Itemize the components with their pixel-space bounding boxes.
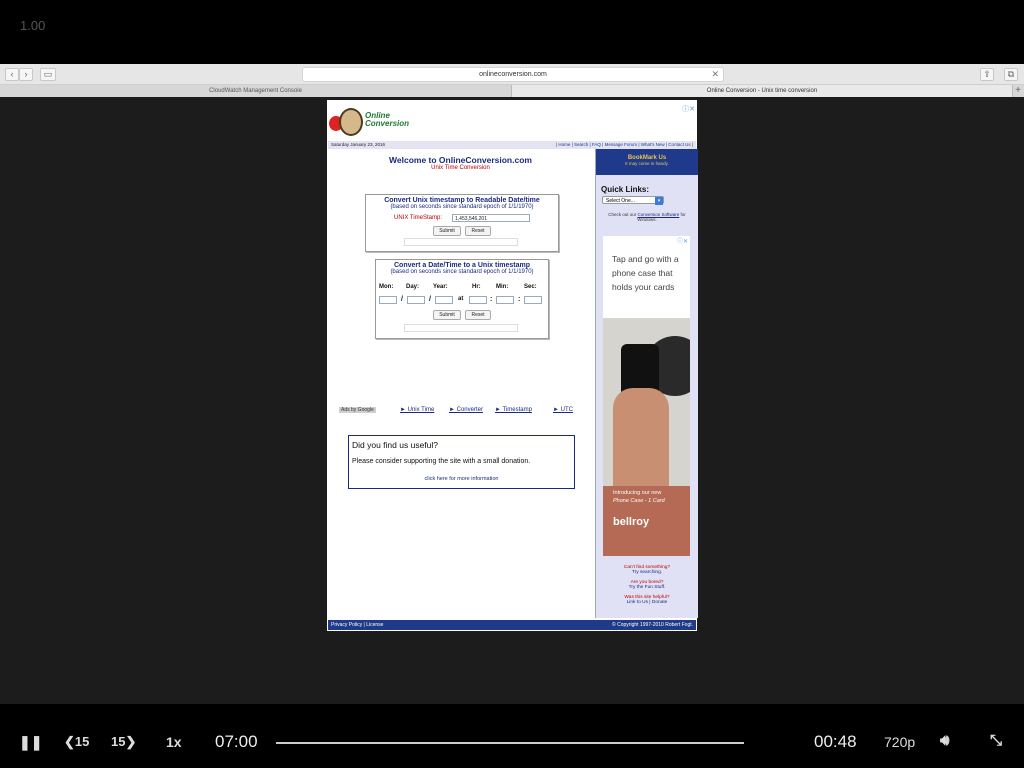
day-label: Day: xyxy=(406,284,420,290)
min-label: Min: xyxy=(496,284,509,290)
ad-link-unix-time[interactable]: ► Unix Time xyxy=(400,407,434,413)
tabs-icon[interactable]: ⧉ xyxy=(1004,68,1018,81)
ad-choices-icon[interactable]: ⓘ✕ xyxy=(682,104,695,114)
bookmark-banner[interactable]: BookMark Us It may come in handy. xyxy=(596,149,698,175)
ad-link-converter[interactable]: ► Converter xyxy=(449,407,483,413)
tab-cloudwatch[interactable]: CloudWatch Management Console xyxy=(0,85,512,97)
browser-toolbar: ‹ › ▭ onlineconversion.com ✕ ⇪ ⧉ xyxy=(0,64,1024,85)
logo-text: Online Conversion xyxy=(365,111,410,128)
sidebar-ad[interactable]: ⓘ✕ Tap and go with a phone case that hol… xyxy=(603,236,690,556)
donation-box: Did you find us useful? Please consider … xyxy=(348,435,575,489)
colon-separator: : xyxy=(490,296,493,303)
main-content: Welcome to OnlineConversion.com Unix Tim… xyxy=(327,149,594,618)
timestamp-input[interactable]: 1,453,546,201 xyxy=(452,214,530,222)
top-nav-links[interactable]: | Home | Search | FAQ | Message Forum | … xyxy=(556,141,693,149)
exit-fullscreen-icon[interactable]: ⤡ xyxy=(990,732,1002,749)
date-bar: Saturday January 23, 2016 | Home | Searc… xyxy=(328,141,696,149)
ad-image xyxy=(603,318,690,486)
mon-input[interactable] xyxy=(379,296,397,304)
volume-icon[interactable]: 🔊︎ xyxy=(940,732,949,749)
mon-label: Mon: xyxy=(379,284,394,290)
slash-separator: / xyxy=(401,296,403,303)
chevron-down-icon: ▾ xyxy=(655,197,663,205)
ad-product: Phone Case - 1 Card xyxy=(613,498,665,504)
form1-result xyxy=(404,238,518,246)
date-to-unix-form: Convert a Date/Time to a Unix timestamp … xyxy=(375,259,549,339)
day-input[interactable] xyxy=(407,296,425,304)
copyright: © Copyright 1997-2010 Robert Fogt. xyxy=(612,622,693,628)
site-footer: Privacy Policy | License © Copyright 199… xyxy=(328,620,696,630)
form2-submit-button[interactable]: Submit xyxy=(433,310,461,320)
sidebar: BookMark Us It may come in handy. Quick … xyxy=(595,149,698,618)
quick-links-heading: Quick Links: xyxy=(601,185,650,194)
hr-input[interactable] xyxy=(469,296,487,304)
progress-bar[interactable] xyxy=(276,742,744,744)
software-promo: Check out our Conversion Software for Wi… xyxy=(608,212,686,222)
ad-intro: Introducing our new xyxy=(613,490,662,496)
slash-separator: / xyxy=(429,296,431,303)
bookmark-subtitle: It may come in handy. xyxy=(625,161,669,166)
form2-result xyxy=(404,324,518,332)
ad-headline: Tap and go with a phone case that holds … xyxy=(612,254,679,292)
page-title: Welcome to OnlineConversion.com xyxy=(389,155,532,165)
web-page: Online Conversion ⓘ✕ Saturday January 23… xyxy=(327,100,698,631)
speed-overlay: 1.00 xyxy=(20,18,46,33)
tab-bar: CloudWatch Management Console Online Con… xyxy=(0,85,1024,97)
year-label: Year: xyxy=(433,284,448,290)
page-subtitle: Unix Time Conversion xyxy=(431,165,490,171)
form1-subtitle: (based on seconds since standard epoch o… xyxy=(390,204,534,210)
form1-reset-button[interactable]: Reset xyxy=(465,226,491,236)
pause-icon[interactable]: ❚❚ xyxy=(19,734,42,751)
ad-link-timestamp[interactable]: ► Timestamp xyxy=(495,407,532,413)
donation-heading: Did you find us useful? xyxy=(352,440,438,450)
form2-title: Convert a Date/Time to a Unix timestamp xyxy=(393,262,531,269)
form2-subtitle: (based on seconds since standard epoch o… xyxy=(390,269,534,275)
current-date: Saturday January 23, 2016 xyxy=(331,142,386,147)
donation-link[interactable]: click here for more information xyxy=(349,476,574,482)
address-bar[interactable]: onlineconversion.com ✕ xyxy=(302,67,724,82)
select-value: Select One... xyxy=(606,198,635,204)
remaining-time: 00:48 xyxy=(814,732,857,751)
back-icon[interactable]: ‹ xyxy=(5,68,19,81)
sec-input[interactable] xyxy=(524,296,542,304)
quality-button[interactable]: 720p xyxy=(884,734,915,750)
logo-emblem xyxy=(339,108,363,136)
share-icon[interactable]: ⇪ xyxy=(980,68,994,81)
ads-by-google-label[interactable]: Ads by Google xyxy=(339,407,376,413)
forward-15-icon[interactable]: 15❯ xyxy=(111,734,136,750)
footer-links[interactable]: Privacy Policy | License xyxy=(331,620,383,630)
donation-text: Please consider supporting the site with… xyxy=(352,458,531,465)
link-donate-links[interactable]: Link to Us | Donate xyxy=(596,600,698,605)
site-logo[interactable]: Online Conversion xyxy=(329,106,410,136)
sec-label: Sec: xyxy=(524,284,537,290)
colon-separator: : xyxy=(518,296,521,303)
close-icon[interactable]: ✕ xyxy=(711,68,719,81)
form1-title: Convert Unix timestamp to Readable Date/… xyxy=(384,197,540,204)
forward-icon[interactable]: › xyxy=(19,68,33,81)
ad-link-utc[interactable]: ► UTC xyxy=(553,407,573,413)
playback-rate-button[interactable]: 1x xyxy=(166,734,182,750)
unix-to-date-form: Convert Unix timestamp to Readable Date/… xyxy=(365,194,559,252)
year-input[interactable] xyxy=(435,296,453,304)
form1-submit-button[interactable]: Submit xyxy=(433,226,461,236)
form2-reset-button[interactable]: Reset xyxy=(465,310,491,320)
rewind-15-icon[interactable]: ❮15 xyxy=(64,734,89,750)
sidebar-links: Can't find something? Try searching. Are… xyxy=(596,565,698,605)
min-input[interactable] xyxy=(496,296,514,304)
timestamp-label: UNIX TimeStamp: xyxy=(394,215,443,221)
tab-online-conversion[interactable]: Online Conversion - Unix time conversion xyxy=(512,85,1013,97)
url-text: onlineconversion.com xyxy=(479,71,547,78)
player-controls: ❚❚ ❮15 15❯ 1x 07:00 00:48 720p 🔊︎ ⤡ xyxy=(0,716,1024,768)
at-separator: at xyxy=(458,296,464,302)
quick-links-select[interactable]: Select One... ▾ xyxy=(602,196,664,205)
ad-brand-panel: Introducing our new Phone Case - 1 Card … xyxy=(603,486,690,556)
new-tab-icon[interactable]: + xyxy=(1015,85,1021,97)
hand-shape xyxy=(613,388,669,486)
hr-label: Hr: xyxy=(472,284,481,290)
elapsed-time: 07:00 xyxy=(215,732,258,751)
ad-brand-logo: bellroy xyxy=(613,516,650,528)
sidebar-icon[interactable]: ▭ xyxy=(40,68,56,81)
ad-choices-icon[interactable]: ⓘ✕ xyxy=(677,236,688,245)
